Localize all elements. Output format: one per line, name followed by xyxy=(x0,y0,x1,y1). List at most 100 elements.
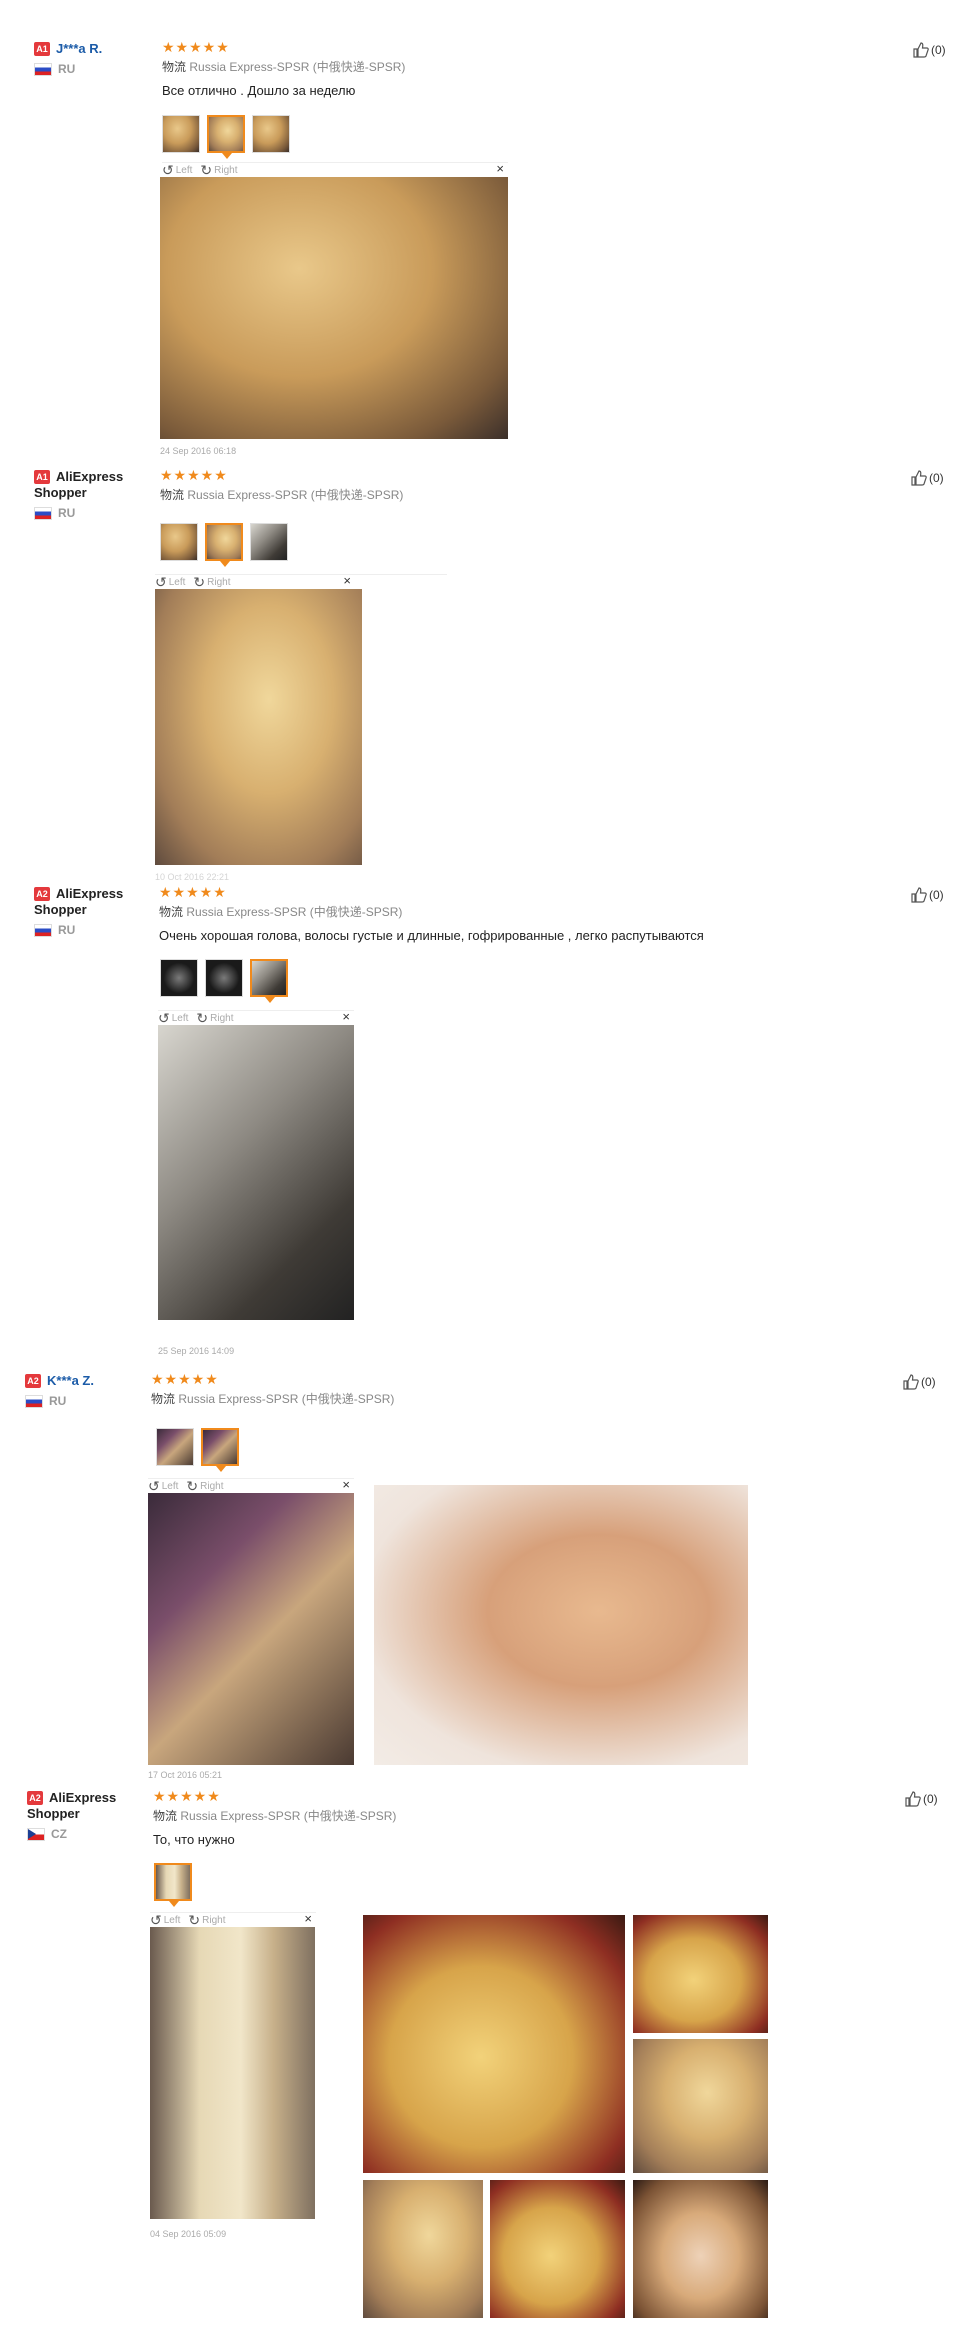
helpful-button[interactable]: (0) xyxy=(903,1374,936,1390)
review-date: 17 Oct 2016 05:21 xyxy=(148,1770,223,1780)
rotate-right-button[interactable]: ↻ Right xyxy=(196,1010,233,1027)
rotate-right-icon: ↻ xyxy=(193,573,206,590)
review-photo-large xyxy=(155,589,362,865)
rotate-right-icon: ↻ xyxy=(196,1009,209,1026)
review-date: 04 Sep 2016 05:09 xyxy=(150,2229,227,2239)
level-badge: A1 xyxy=(34,469,50,484)
review-body: ★★★★★ 物流 Russia Express-SPSR (中俄快递-SPSR)… xyxy=(159,885,859,943)
helpful-button[interactable]: (0) xyxy=(913,42,946,58)
reviewer-country: RU xyxy=(34,506,144,521)
photo-thumbnails xyxy=(160,959,288,1003)
review-comment: То, что нужно xyxy=(153,1832,235,1847)
rotate-right-button[interactable]: ↻ Right xyxy=(193,574,230,591)
star-rating: ★★★★★ xyxy=(151,1371,219,1387)
photo-thumbnail[interactable] xyxy=(160,523,198,561)
logistics-info: 物流 Russia Express-SPSR (中俄快递-SPSR) xyxy=(153,1809,397,1823)
close-icon[interactable]: × xyxy=(304,1911,312,1926)
image-viewer-toolbar: ↺ Left ↻ Right × xyxy=(158,1009,354,1027)
review-photo[interactable] xyxy=(374,1485,748,1765)
rotate-right-button[interactable]: ↻ Right xyxy=(200,162,237,179)
close-icon[interactable]: × xyxy=(496,161,504,176)
review-photo[interactable] xyxy=(633,2039,768,2173)
rotate-left-button[interactable]: ↺ Left xyxy=(148,1478,178,1495)
rotate-left-button[interactable]: ↺ Left xyxy=(158,1010,188,1027)
image-viewer-toolbar: ↺ Left ↻ Right × xyxy=(155,573,447,591)
star-rating: ★★★★★ xyxy=(160,467,228,483)
review-photo[interactable] xyxy=(363,2180,483,2318)
review-comment: Все отлично . Дошло за неделю xyxy=(162,83,356,98)
review-body: ★★★★★ 物流 Russia Express-SPSR (中俄快递-SPSR) xyxy=(160,468,760,503)
close-icon[interactable]: × xyxy=(342,1477,350,1492)
review-item: A1 AliExpress Shopper RU ★★★★★ 物流 Russia … xyxy=(0,468,979,882)
photo-thumbnail-selected[interactable] xyxy=(205,523,243,567)
level-badge: A2 xyxy=(34,886,50,901)
review-item: A2 K***a Z. RU ★★★★★ 物流 Russia Express-SP… xyxy=(0,1372,979,1782)
photo-thumbnail[interactable] xyxy=(252,115,290,153)
rotate-right-button[interactable]: ↻ Right xyxy=(186,1478,223,1495)
flag-ru-icon xyxy=(34,507,52,521)
review-photo[interactable] xyxy=(633,1915,768,2033)
thumbs-up-icon xyxy=(903,1374,919,1390)
rotate-right-icon: ↻ xyxy=(186,1477,199,1494)
reviewer-name[interactable]: K***a Z. xyxy=(47,1373,94,1388)
review-body: ★★★★★ 物流 Russia Express-SPSR (中俄快递-SPSR) xyxy=(151,1372,751,1407)
logistics-info: 物流 Russia Express-SPSR (中俄快递-SPSR) xyxy=(162,60,406,74)
reviewer-country: RU xyxy=(25,1394,135,1409)
review-item: A2 AliExpress Shopper RU ★★★★★ 物流 Russia … xyxy=(0,885,979,1360)
reviewer-info: A2 AliExpress Shopper RU xyxy=(34,885,144,938)
review-photo[interactable] xyxy=(363,1915,625,2173)
photo-thumbnail-selected[interactable] xyxy=(207,115,245,159)
image-viewer-toolbar: ↺ Left ↻ Right × xyxy=(150,1911,316,1929)
rotate-left-icon: ↺ xyxy=(158,1009,170,1026)
reviewer-info: A1 AliExpress Shopper RU xyxy=(34,468,144,521)
photo-thumbnail-selected[interactable] xyxy=(201,1428,239,1472)
star-rating: ★★★★★ xyxy=(159,884,227,900)
flag-ru-icon xyxy=(25,1395,43,1409)
photo-thumbnail-selected[interactable] xyxy=(250,959,288,1003)
close-icon[interactable]: × xyxy=(342,1009,350,1024)
review-photo-large xyxy=(160,177,508,439)
reviewer-name[interactable]: J***a R. xyxy=(56,41,102,56)
helpful-button[interactable]: (0) xyxy=(911,887,944,903)
photo-thumbnail[interactable] xyxy=(162,115,200,153)
level-badge: A1 xyxy=(34,41,50,56)
photo-thumbnails xyxy=(154,1863,192,1907)
review-item: A2 AliExpress Shopper CZ ★★★★★ 物流 Russia … xyxy=(0,1789,979,2329)
level-badge: A2 xyxy=(25,1373,41,1388)
logistics-info: 物流 Russia Express-SPSR (中俄快递-SPSR) xyxy=(151,1392,395,1406)
photo-thumbnails xyxy=(156,1428,239,1472)
review-date: 25 Sep 2016 14:09 xyxy=(158,1346,235,1356)
review-body: ★★★★★ 物流 Russia Express-SPSR (中俄快递-SPSR)… xyxy=(153,1789,753,1847)
reviewer-country: CZ xyxy=(27,1827,137,1842)
flag-ru-icon xyxy=(34,63,52,77)
helpful-button[interactable]: (0) xyxy=(905,1791,938,1807)
rotate-left-button[interactable]: ↺ Left xyxy=(162,162,192,179)
rotate-left-button[interactable]: ↺ Left xyxy=(150,1912,180,1929)
photo-thumbnails xyxy=(160,523,288,567)
rotate-left-icon: ↺ xyxy=(162,161,174,178)
reviewer-info: A2 AliExpress Shopper CZ xyxy=(27,1789,137,1842)
photo-thumbnail[interactable] xyxy=(205,959,243,997)
review-photo-large xyxy=(148,1493,354,1765)
review-photo-large xyxy=(150,1927,315,2219)
review-photo[interactable] xyxy=(633,2180,768,2318)
logistics-info: 物流 Russia Express-SPSR (中俄快递-SPSR) xyxy=(159,905,403,919)
rotate-left-button[interactable]: ↺ Left xyxy=(155,574,185,591)
photo-thumbnail-selected[interactable] xyxy=(154,1863,192,1907)
review-photo[interactable] xyxy=(490,2180,625,2318)
rotate-right-icon: ↻ xyxy=(188,1911,201,1928)
rotate-right-button[interactable]: ↻ Right xyxy=(188,1912,225,1929)
review-date: 10 Oct 2016 22:21 xyxy=(155,872,230,882)
close-icon[interactable]: × xyxy=(343,573,351,588)
photo-thumbnail[interactable] xyxy=(160,959,198,997)
helpful-button[interactable]: (0) xyxy=(911,470,944,486)
thumbs-up-icon xyxy=(911,887,927,903)
flag-cz-icon xyxy=(27,1828,45,1842)
thumbs-up-icon xyxy=(911,470,927,486)
photo-thumbnail[interactable] xyxy=(250,523,288,561)
image-viewer-toolbar: ↺ Left ↻ Right × xyxy=(162,161,508,179)
photo-thumbnail[interactable] xyxy=(156,1428,194,1466)
reviewer-info: A1 J***a R. RU xyxy=(34,40,144,77)
image-viewer-toolbar: ↺ Left ↻ Right × xyxy=(148,1477,354,1495)
review-item: A1 J***a R. RU ★★★★★ 物流 Russia Express-SP… xyxy=(0,40,979,460)
